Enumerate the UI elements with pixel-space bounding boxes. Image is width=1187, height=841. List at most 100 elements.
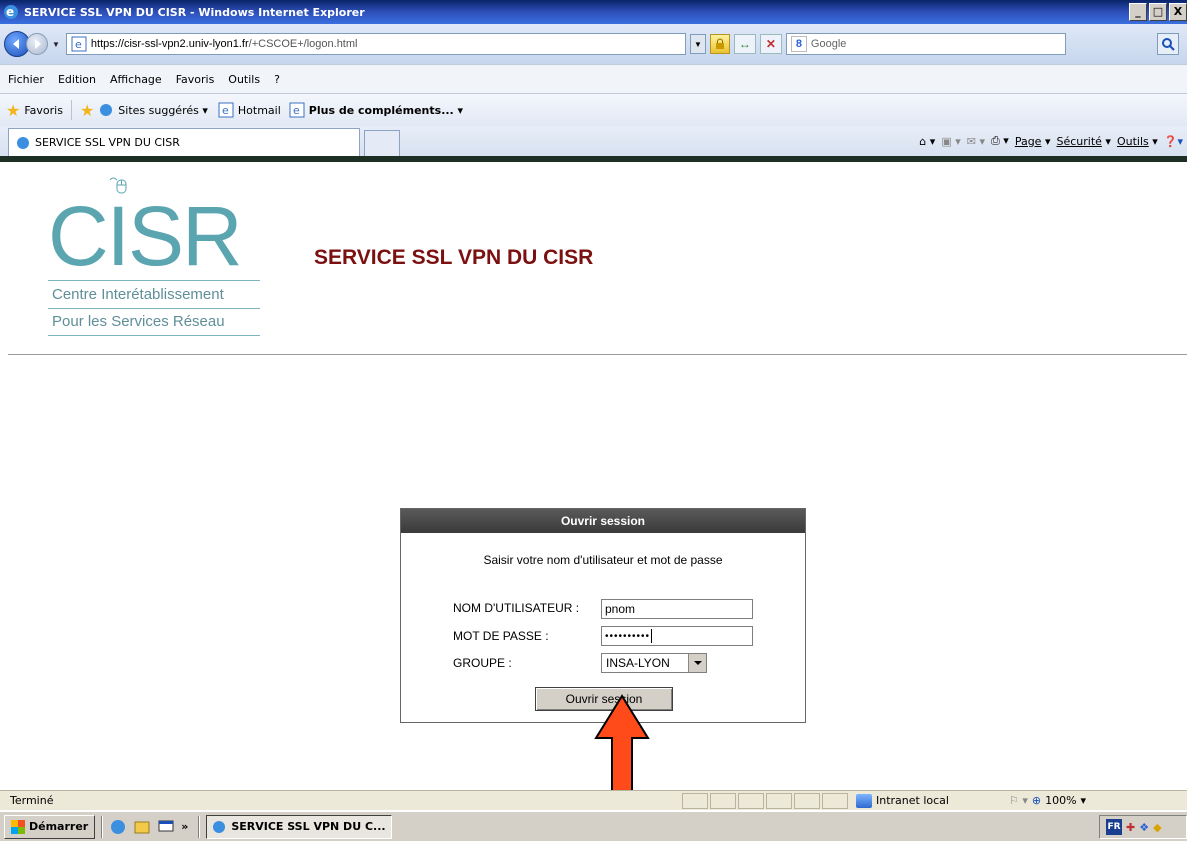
status-cell: [766, 792, 792, 809]
username-field[interactable]: pnom: [601, 599, 753, 619]
svg-text:e: e: [293, 104, 300, 117]
header-divider: [8, 354, 1187, 355]
page-title: SERVICE SSL VPN DU CISR: [314, 246, 594, 269]
new-tab-button[interactable]: [364, 130, 400, 156]
login-header: Ouvrir session: [401, 509, 805, 533]
group-value: INSA-LYON: [606, 656, 670, 670]
lock-icon[interactable]: [709, 34, 730, 54]
tray-network-icon[interactable]: ✚: [1126, 821, 1135, 834]
menu-fichier[interactable]: Fichier: [8, 73, 44, 86]
menu-bar: Fichier Edition Affichage Favoris Outils…: [0, 64, 1187, 94]
status-cell: [710, 792, 736, 809]
menu-affichage[interactable]: Affichage: [110, 73, 162, 86]
forward-button[interactable]: [26, 33, 48, 55]
security-zone[interactable]: Intranet local: [856, 793, 949, 808]
menu-edition[interactable]: Edition: [58, 73, 96, 86]
page-menu[interactable]: Page ▾: [1015, 135, 1051, 148]
taskbar: Démarrer » SERVICE SSL VPN DU C... FR ✚ …: [0, 811, 1187, 841]
logo-rule: [48, 308, 260, 309]
zoom-control[interactable]: ⚐ ▾ ⊕ 100% ▾: [1009, 794, 1086, 807]
group-label: GROUPE :: [453, 656, 512, 670]
security-menu-label: Sécurité: [1056, 134, 1102, 148]
stop-button[interactable]: ✕: [759, 34, 782, 54]
windows-flag-icon: [11, 819, 25, 834]
taskbar-separator: [101, 815, 104, 838]
tab-ie-icon: [17, 136, 29, 149]
taskbar-ie-window[interactable]: SERVICE SSL VPN DU C...: [206, 814, 393, 839]
menu-outils[interactable]: Outils: [228, 73, 260, 86]
tab-active[interactable]: SERVICE SSL VPN DU CISR: [8, 128, 360, 156]
google-icon: 8: [790, 36, 807, 52]
svg-text:e: e: [222, 104, 229, 117]
print-icon[interactable]: ⎙ ▾: [991, 134, 1009, 148]
page-icon: e: [71, 36, 87, 52]
feeds-icon[interactable]: ▣ ▾: [941, 135, 960, 148]
status-cell: [682, 792, 708, 809]
url-path: /+CSCOE+/logon.html: [248, 38, 358, 50]
zoom-dropdown-icon[interactable]: ▾: [1081, 794, 1087, 807]
zoom-icon: ⊕: [1031, 794, 1042, 807]
security-menu[interactable]: Sécurité ▾: [1056, 135, 1110, 148]
suggested-sites-link[interactable]: Sites suggérés ▾: [118, 104, 208, 117]
logo-rule: [48, 335, 260, 336]
close-button[interactable]: X: [1169, 3, 1187, 21]
taskbar-separator: [198, 815, 201, 838]
back-arrow-icon: [13, 39, 19, 49]
favorites-bar: ★ Favoris ★ Sites suggérés ▾ e Hotmail e…: [0, 94, 1187, 126]
login-prompt: Saisir votre nom d'utilisateur et mot de…: [483, 553, 723, 567]
cisr-logo: CISR Centre Interétablissement Pour les …: [48, 170, 268, 345]
start-label: Démarrer: [29, 820, 89, 833]
quicklaunch-explorer-icon[interactable]: [133, 818, 151, 836]
menu-favoris[interactable]: Favoris: [176, 73, 215, 86]
menu-help[interactable]: ?: [274, 73, 280, 86]
page-menu-label: Page: [1014, 134, 1042, 148]
command-bar: ⌂ ▾ ▣ ▾ ✉ ▾ ⎙ ▾ Page ▾ Sécurité ▾ Outils…: [919, 134, 1187, 148]
logo-line1: Centre Interétablissement: [52, 286, 224, 303]
address-dropdown-button[interactable]: ▼: [689, 34, 706, 54]
tray-extra-icon[interactable]: ◆: [1153, 821, 1161, 834]
address-bar[interactable]: e https://cisr-ssl-vpn2.univ-lyon1.fr/+C…: [65, 33, 686, 55]
quicklaunch-more[interactable]: »: [181, 820, 188, 833]
help-icon[interactable]: ❓▾: [1164, 135, 1183, 148]
status-bar: Terminé Intranet local ⚐ ▾ ⊕ 100% ▾: [0, 790, 1187, 810]
start-button[interactable]: Démarrer: [4, 814, 96, 839]
status-cell: [794, 792, 820, 809]
home-icon[interactable]: ⌂ ▾: [919, 135, 935, 148]
password-label: MOT DE PASSE :: [453, 629, 549, 643]
zoom-level: 100%: [1045, 794, 1077, 807]
language-indicator[interactable]: FR: [1106, 819, 1122, 835]
quicklaunch-ie-icon[interactable]: [109, 818, 127, 836]
quicklaunch-desktop-icon[interactable]: [157, 818, 175, 836]
history-dropdown-icon[interactable]: ▼: [52, 40, 60, 49]
minimize-button[interactable]: _: [1129, 3, 1147, 21]
search-box[interactable]: 8 Google: [785, 33, 1066, 55]
window-title: SERVICE SSL VPN DU CISR - Windows Intern…: [24, 5, 365, 19]
protected-mode-icon[interactable]: ⚐ ▾: [1009, 794, 1028, 807]
mail-icon[interactable]: ✉ ▾: [967, 135, 985, 148]
favorites-star-icon: ★: [6, 100, 21, 120]
ie-hotmail-icon: e: [218, 102, 234, 118]
ie-more-icon: e: [289, 102, 305, 118]
tab-title: SERVICE SSL VPN DU CISR: [35, 136, 180, 149]
task-ie-icon: [213, 820, 226, 833]
maximize-button[interactable]: □: [1149, 3, 1167, 21]
group-select[interactable]: INSA-LYON: [601, 653, 707, 673]
password-field[interactable]: ••••••••••: [601, 626, 753, 646]
task-title: SERVICE SSL VPN DU C...: [231, 820, 386, 833]
more-addons-link[interactable]: Plus de compléments... ▾: [309, 104, 463, 117]
refresh-button[interactable]: ↔: [733, 34, 756, 54]
add-favorite-icon[interactable]: ★: [80, 101, 94, 120]
search-icon[interactable]: [1157, 33, 1179, 55]
status-cell: [738, 792, 764, 809]
status-cell: [822, 792, 848, 809]
login-panel: Ouvrir session Saisir votre nom d'utilis…: [400, 508, 806, 723]
ie-logo-icon: e: [4, 5, 18, 19]
hotmail-link[interactable]: Hotmail: [238, 104, 281, 117]
favorites-button[interactable]: Favoris: [24, 104, 63, 117]
tools-menu[interactable]: Outils ▾: [1117, 135, 1158, 148]
username-label: NOM D'UTILISATEUR :: [453, 601, 580, 615]
tray-app-icon[interactable]: ❖: [1139, 821, 1149, 834]
chevron-down-icon[interactable]: [688, 654, 706, 672]
search-placeholder: Google: [810, 38, 847, 50]
window-titlebar[interactable]: e SERVICE SSL VPN DU CISR - Windows Inte…: [0, 0, 1187, 24]
